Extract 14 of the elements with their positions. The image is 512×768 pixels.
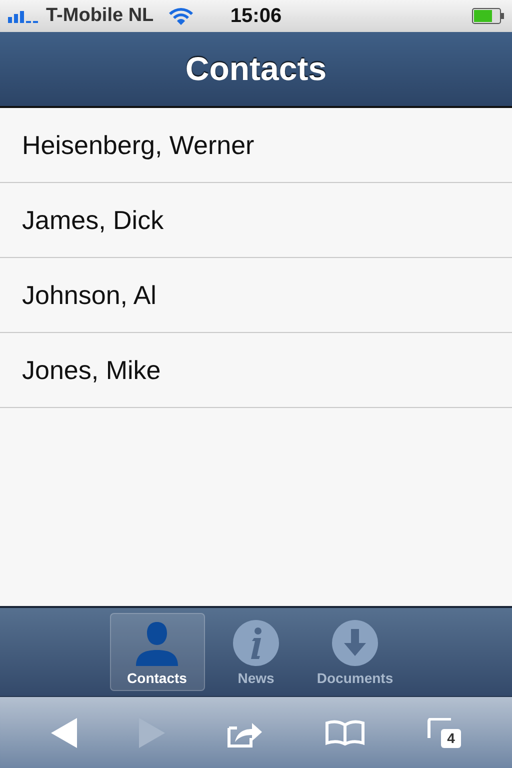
back-button[interactable] bbox=[51, 718, 77, 748]
bookmarks-button[interactable] bbox=[325, 720, 365, 746]
screen-title: Contacts bbox=[185, 50, 327, 88]
download-icon bbox=[332, 620, 378, 666]
tab-item[interactable]: Contacts bbox=[110, 613, 204, 691]
info-icon bbox=[233, 620, 279, 666]
wifi-icon bbox=[168, 6, 194, 26]
tab-item[interactable]: News bbox=[208, 613, 304, 691]
tab-item[interactable]: Documents bbox=[308, 613, 402, 691]
signal-icon bbox=[8, 9, 40, 23]
clock-time: 15:06 bbox=[230, 4, 282, 28]
carrier-name: T-Mobile NL bbox=[46, 5, 154, 27]
battery-icon bbox=[472, 8, 504, 24]
tabs-button[interactable]: 4 bbox=[427, 718, 461, 748]
